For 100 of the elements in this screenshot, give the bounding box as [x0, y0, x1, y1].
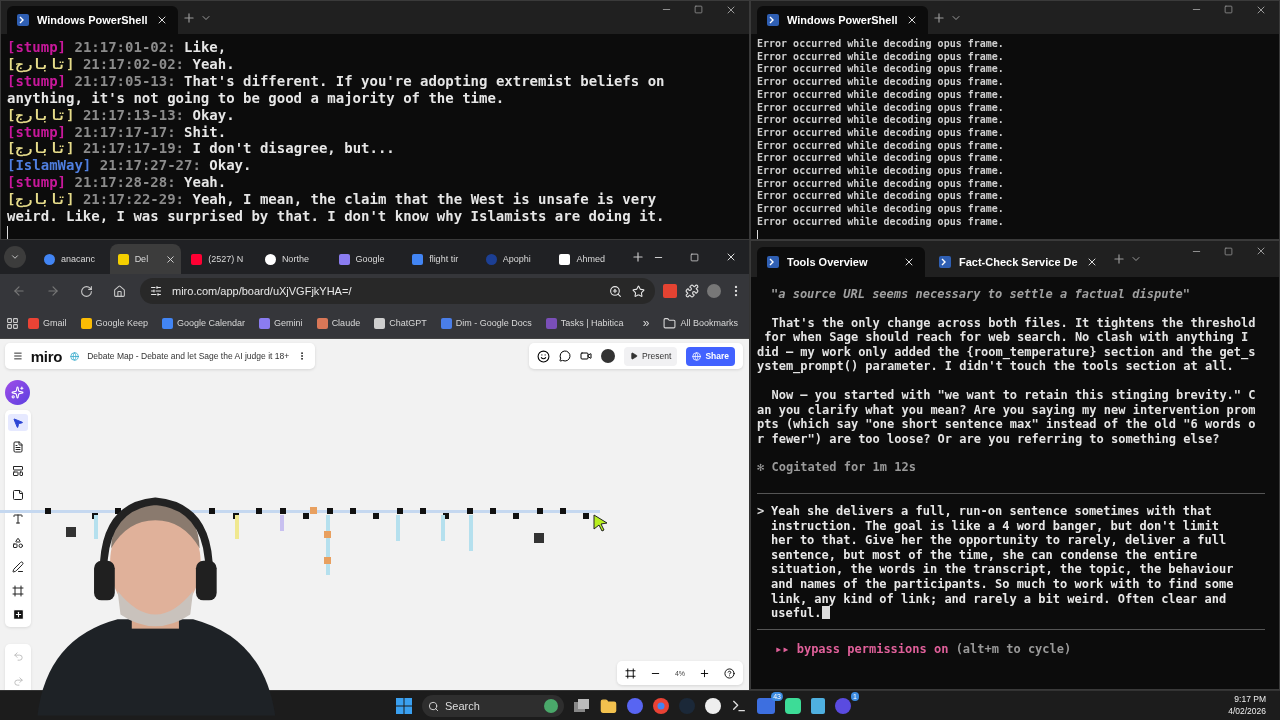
reactions-icon[interactable] — [537, 349, 551, 363]
bookmark-icon — [259, 317, 271, 329]
bookmark-link[interactable]: Tasks | Habitica — [540, 315, 629, 331]
help-icon[interactable] — [724, 667, 735, 679]
browser-tab[interactable]: Apophi — [477, 244, 550, 274]
cursor-icon — [593, 514, 609, 532]
more-bookmarks-button[interactable]: » — [637, 314, 655, 332]
transcript-line: [stump] 21:17:01-02: Like, — [7, 39, 228, 56]
windows-start-icon[interactable] — [396, 698, 412, 714]
share-button[interactable]: Share — [686, 346, 735, 366]
error-line: Error occurred while decoding opus frame. — [757, 126, 1005, 140]
task-view-icon[interactable] — [574, 699, 590, 713]
browser-tab[interactable]: Northe — [256, 244, 329, 274]
maximize-icon — [690, 252, 699, 262]
status-line: ✻ Cogitated for 1m 12s — [757, 460, 917, 475]
error-line: Error occurred while decoding opus frame. — [757, 190, 1005, 203]
arrow-right-icon — [46, 284, 60, 298]
close-button[interactable] — [725, 251, 737, 263]
fit-icon[interactable] — [624, 667, 636, 679]
profile-icon[interactable] — [707, 284, 721, 298]
video-icon[interactable] — [580, 350, 593, 362]
sticky-note-icon — [12, 488, 24, 501]
maximize-icon — [1224, 246, 1233, 256]
error-line: Error occurred while decoding opus frame. — [757, 38, 1005, 51]
browser-tab[interactable]: Google — [330, 244, 403, 274]
error-line: Error occurred while decoding opus frame. — [757, 76, 1005, 89]
extensions-icon[interactable] — [685, 284, 699, 298]
bookmark-link[interactable]: Claude — [311, 315, 366, 331]
clock-date: 4/02/2026 — [1228, 705, 1266, 717]
maximize-button[interactable] — [1224, 3, 1233, 16]
browser-tab[interactable]: flight tir — [404, 244, 476, 274]
plus-icon — [11, 608, 25, 621]
terminal-icon — [767, 256, 779, 268]
close-button[interactable] — [1255, 245, 1267, 257]
close-icon — [725, 251, 737, 263]
browser-tab[interactable]: Ahmed — [551, 244, 623, 274]
bookmark-link[interactable]: Gemini — [254, 315, 308, 331]
comment-icon[interactable] — [559, 350, 572, 362]
maximize-icon — [1224, 5, 1233, 14]
play-icon — [630, 352, 639, 360]
maximize-button[interactable] — [694, 3, 703, 16]
tab-search-button[interactable] — [4, 246, 26, 268]
new-tab-button[interactable] — [1111, 252, 1126, 266]
browser-tab[interactable]: (2527) N — [183, 244, 255, 274]
site-settings-icon[interactable] — [150, 285, 162, 297]
new-tab-button[interactable] — [931, 10, 946, 25]
browser-tab[interactable]: Del — [109, 244, 182, 274]
new-tab-button[interactable] — [181, 10, 196, 25]
bookmark-icon — [316, 317, 328, 329]
zoom-in-icon[interactable] — [699, 667, 710, 679]
app-icon[interactable] — [705, 698, 721, 714]
bookmark-link[interactable]: Google Keep — [75, 315, 154, 331]
transcript-line: [IslamWay] 21:17:27-27: Okay. — [7, 157, 253, 175]
zoom-icon[interactable] — [609, 284, 622, 298]
menu-icon[interactable] — [13, 350, 23, 362]
bookmark-star-icon[interactable] — [632, 284, 645, 298]
ai-assistant-button[interactable] — [5, 380, 30, 405]
apps-icon[interactable] — [6, 316, 19, 330]
error-line: Error occurred while decoding opus frame. — [757, 177, 1005, 190]
maximize-button[interactable] — [1224, 245, 1233, 257]
reload-icon — [80, 284, 93, 298]
search-icon — [428, 700, 439, 712]
site-icon — [412, 253, 424, 265]
maximize-button[interactable] — [690, 251, 699, 263]
present-button[interactable]: Present — [624, 346, 678, 366]
response-paragraph: Now – you started with "we want to retain this stinging brevity." C an you clarify what you mean? Are you saying my new intervention prom pts (which say "one short sentence max" instead of the old "6 words o r fewer") are too loose? Or are you referring to something else? — [757, 387, 1257, 447]
text-icon — [12, 512, 24, 525]
transcript-line: [stump] 21:17:17-17: Shit. — [7, 123, 228, 141]
terminal-tab[interactable]: Tools Overview — [757, 247, 925, 277]
terminal-tab[interactable]: Fact-Check Service De — [929, 247, 1108, 277]
sparkles-icon — [11, 386, 24, 399]
site-icon — [559, 253, 571, 265]
select-tool[interactable] — [8, 414, 28, 431]
all-bookmarks-link[interactable]: All Bookmarks — [658, 314, 743, 332]
clock-time: 9:17 PM — [1234, 693, 1266, 705]
bookmark-link[interactable]: Gmail — [23, 315, 72, 331]
bookmark-icon — [545, 317, 557, 329]
terminal-tab[interactable]: Windows PowerShell — [757, 6, 928, 34]
address-bar[interactable]: miro.com/app/board/uXjVGFjkYHA=/ — [140, 278, 655, 304]
close-icon[interactable] — [903, 256, 915, 268]
terminal-icon[interactable] — [731, 698, 747, 714]
bookmark-icon — [374, 317, 386, 329]
site-icon — [44, 253, 55, 265]
terminal-tab[interactable]: Windows PowerShell — [7, 6, 178, 34]
board-title[interactable]: Debate Map - Debate and let Sage the AI judge it 18+ — [87, 351, 290, 361]
bookmark-link[interactable]: ChatGPT — [369, 315, 432, 331]
bookmark-link[interactable]: Dim - Google Docs — [435, 315, 537, 331]
folder-icon[interactable] — [600, 697, 617, 715]
browser-icon[interactable] — [653, 698, 669, 714]
site-icon — [117, 253, 129, 265]
avatar-icon[interactable] — [601, 349, 616, 363]
site-icon — [485, 253, 497, 265]
search-field[interactable]: Search — [422, 695, 564, 717]
document-icon — [12, 440, 24, 453]
prompt-input[interactable]: Yeah she delivers a full, run-on sentence sometimes with that instruction. The goal is like a 4 word banger, but don't limit her to that. Give her the opportunity to rarely, deliver a full sentence, but most of the time, she can condense the entire situation, the words in the transcript, the topic, the behaviour and names of the participants. So much to work with to find some link, any kind of link; and rarely a bit weird. Often clear and useful. — [771, 503, 1234, 621]
browser-tab[interactable]: anacanc — [36, 244, 108, 274]
bookmark-link[interactable]: Google Calendar — [157, 315, 251, 331]
close-icon[interactable] — [165, 253, 177, 265]
plus-icon — [931, 10, 946, 25]
terminal-icon — [939, 256, 951, 268]
